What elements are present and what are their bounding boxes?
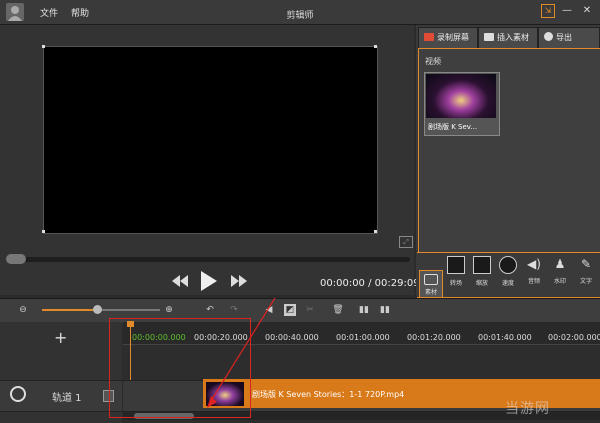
stamp-icon: ♟ (554, 257, 566, 271)
delete-icon[interactable]: 🗑 (332, 304, 344, 316)
zoom-out-icon[interactable]: ⊖ (17, 304, 29, 316)
tab-record-screen[interactable]: 录制屏幕 (418, 27, 478, 49)
camera-icon (484, 33, 494, 41)
tab-label: 插入素材 (497, 33, 529, 42)
annotation-arrow (207, 297, 276, 408)
audio-detach-icon[interactable]: ▮▮ (379, 304, 391, 316)
close-button[interactable]: ✕ (580, 4, 594, 17)
media-thumbnail[interactable] (426, 74, 496, 118)
timeline-zoom-slider-rest[interactable] (98, 309, 160, 311)
playback-progress-bar[interactable] (6, 257, 410, 262)
tool-label: 音频 (527, 278, 540, 285)
camera-icon (424, 274, 438, 285)
tab-insert-media[interactable]: 插入素材 (478, 27, 538, 49)
video-preview[interactable] (43, 46, 378, 234)
tool-label: 水印 (553, 278, 566, 285)
fullscreen-icon[interactable]: ⤢ (399, 236, 413, 248)
split-icon[interactable]: ✂ (304, 304, 316, 316)
mini-mode-icon[interactable]: ⇲ (541, 4, 555, 18)
ruler-tick: 00:01:00.000 (336, 333, 390, 342)
tool-audio-button[interactable]: ◀) 音频 (523, 256, 545, 294)
minimize-button[interactable]: — (560, 4, 574, 17)
timeline-zoom-handle[interactable] (93, 305, 102, 314)
transition-icon (447, 256, 465, 274)
section-label-video: 视频 (425, 57, 441, 66)
tool-speed-button[interactable]: 速度 (497, 256, 519, 294)
play-button[interactable] (201, 271, 217, 294)
tab-label: 录制屏幕 (437, 33, 469, 42)
ruler-tick: 00:02:00.000 (548, 333, 600, 342)
record-screen-icon (424, 33, 434, 41)
ruler-tick: 00:01:20.000 (407, 333, 461, 342)
tool-label: 速度 (501, 280, 514, 287)
film-reel-icon (544, 32, 553, 41)
crop-handle[interactable] (374, 230, 377, 233)
tool-label: 转场 (449, 280, 462, 287)
media-caption: 剧场版 K Sev... (428, 123, 478, 131)
crop-handle[interactable] (42, 230, 45, 233)
tool-label: 缩放 (475, 280, 488, 287)
film-reel-icon (10, 386, 26, 402)
crop-handle[interactable] (42, 45, 45, 48)
zoom-icon (473, 256, 491, 274)
tool-text-button[interactable]: ✎ 文字 (575, 256, 597, 294)
tool-label: 素材 (424, 289, 437, 296)
speaker-icon: ◀) (527, 257, 541, 271)
total-time: 00:29:09 (374, 278, 420, 289)
tool-label: 文字 (579, 278, 592, 285)
app-title: 剪辑师 (286, 11, 314, 21)
fast-forward-button[interactable] (231, 275, 247, 290)
pen-icon: ✎ (580, 257, 592, 271)
tab-export[interactable]: 导出 (538, 27, 600, 49)
tool-watermark-button[interactable]: ♟ 水印 (549, 256, 571, 294)
timeline-zoom-slider[interactable] (42, 309, 98, 311)
watermark: 当游网 (505, 401, 550, 417)
add-track-button[interactable]: + (54, 328, 67, 347)
audio-levels-icon[interactable]: ▮▮ (358, 304, 370, 316)
crop-icon[interactable]: ◩ (284, 304, 296, 316)
tab-label: 导出 (556, 33, 572, 42)
speed-icon (499, 256, 517, 274)
time-display: 00:00:00 / 00:29:09 (320, 278, 420, 289)
crop-handle[interactable] (374, 45, 377, 48)
ruler-tick: 00:01:40.000 (478, 333, 532, 342)
current-time: 00:00:00 (320, 278, 365, 289)
tool-zoom-button[interactable]: 缩放 (471, 256, 493, 294)
tool-asset-button[interactable]: 素材 (419, 270, 443, 298)
playback-progress-handle[interactable] (6, 254, 26, 264)
track-label: 轨道 1 (52, 393, 82, 404)
tool-transition-button[interactable]: 转场 (445, 256, 467, 294)
time-separator: / (364, 278, 375, 289)
zoom-in-icon[interactable]: ⊕ (163, 304, 175, 316)
rewind-button[interactable] (172, 275, 188, 290)
